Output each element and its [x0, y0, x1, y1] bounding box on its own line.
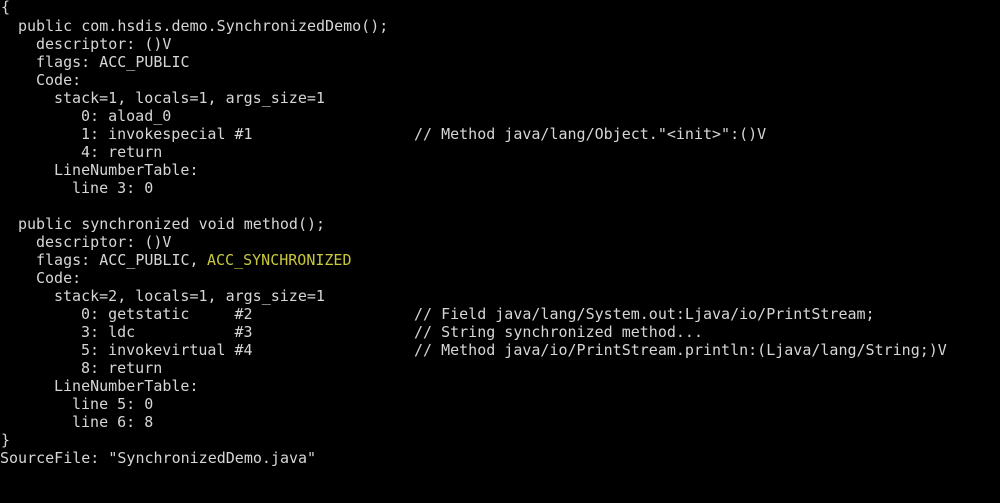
bytecode-instruction: 1: invokespecial #1 — [81, 125, 253, 143]
bytecode-line: 5: invokevirtual #4 // Method java/io/Pr… — [0, 341, 947, 359]
constructor-line-number-table-line: LineNumberTable: — [0, 161, 199, 179]
method-code-label-line: Code: — [0, 269, 81, 287]
line-number-table-label: LineNumberTable: — [54, 161, 199, 179]
bytecode-comment: // String synchronized method... — [414, 323, 703, 341]
bytecode-instruction: 0: aload_0 — [81, 107, 172, 125]
constructor-signature-line: public com.hsdis.demo.SynchronizedDemo()… — [0, 17, 388, 35]
constructor-stack-line: stack=1, locals=1, args_size=1 — [0, 89, 325, 107]
bytecode-line: 0: aload_0 — [0, 107, 171, 125]
constructor-flags-line: flags: ACC_PUBLIC — [0, 53, 190, 71]
bytecode-line: 3: ldc #3 // String synchronized method.… — [0, 323, 703, 341]
constructor-code-label: Code: — [36, 71, 82, 89]
method-descriptor-line: descriptor: ()V — [0, 233, 171, 251]
constructor-descriptor: descriptor: ()V — [36, 35, 172, 53]
line-number-entry: line 6: 8 — [72, 413, 154, 431]
close-brace-line: } — [0, 431, 36, 449]
open-brace-line: { — [0, 0, 36, 16]
line-number-entry: line 3: 0 — [72, 179, 154, 197]
close-brace: } — [1, 431, 11, 449]
method-descriptor: descriptor: ()V — [36, 233, 172, 251]
method-stack-info: stack=2, locals=1, args_size=1 — [54, 287, 325, 305]
constructor-code-label-line: Code: — [0, 71, 81, 89]
method-flags: flags: ACC_PUBLIC, — [36, 251, 199, 269]
bytecode-comment: // Field java/lang/System.out:Ljava/io/P… — [414, 305, 875, 323]
method-line-number-table-line: LineNumberTable: — [0, 377, 199, 395]
bytecode-line: 0: getstatic #2 // Field java/lang/Syste… — [0, 305, 875, 323]
line-number-entry: line 5: 0 — [72, 395, 154, 413]
method-flags-line: flags: ACC_PUBLIC, ACC_SYNCHRONIZED — [0, 251, 352, 269]
bytecode-instruction: 3: ldc #3 — [81, 323, 253, 341]
constructor-descriptor-line: descriptor: ()V — [0, 35, 171, 53]
line-number-entry-line: line 5: 0 — [0, 395, 153, 413]
bytecode-instruction: 4: return — [81, 143, 163, 161]
method-stack-line: stack=2, locals=1, args_size=1 — [0, 287, 325, 305]
bytecode-line: 8: return — [0, 359, 162, 377]
line-number-table-label: LineNumberTable: — [54, 377, 199, 395]
constructor-stack-info: stack=1, locals=1, args_size=1 — [54, 89, 325, 107]
bytecode-comment: // Method java/lang/Object."<init>":()V — [414, 125, 767, 143]
line-number-entry-line: line 3: 0 — [0, 179, 153, 197]
line-number-entry-line: line 6: 8 — [0, 413, 153, 431]
source-file-line: SourceFile: "SynchronizedDemo.java" — [0, 449, 316, 467]
bytecode-instruction: 0: getstatic #2 — [81, 305, 253, 323]
synchronized-flag-highlight: ACC_SYNCHRONIZED — [207, 251, 352, 269]
method-signature-line: public synchronized void method(); — [0, 215, 325, 233]
bytecode-instruction: 5: invokevirtual #4 — [81, 341, 253, 359]
open-brace: { — [1, 0, 11, 16]
bytecode-line: 1: invokespecial #1 // Method java/lang/… — [0, 125, 766, 143]
source-file: SourceFile: "SynchronizedDemo.java" — [0, 449, 317, 467]
constructor-flags: flags: ACC_PUBLIC — [36, 53, 190, 71]
terminal-window[interactable]: { public com.hsdis.demo.SynchronizedDemo… — [0, 0, 1000, 474]
method-code-label: Code: — [36, 269, 82, 287]
constructor-signature: public com.hsdis.demo.SynchronizedDemo()… — [18, 17, 389, 35]
method-signature: public synchronized void method(); — [18, 215, 326, 233]
bytecode-comment: // Method java/io/PrintStream.println:(L… — [414, 341, 947, 359]
bytecode-line: 4: return — [0, 143, 162, 161]
bytecode-instruction: 8: return — [81, 359, 163, 377]
